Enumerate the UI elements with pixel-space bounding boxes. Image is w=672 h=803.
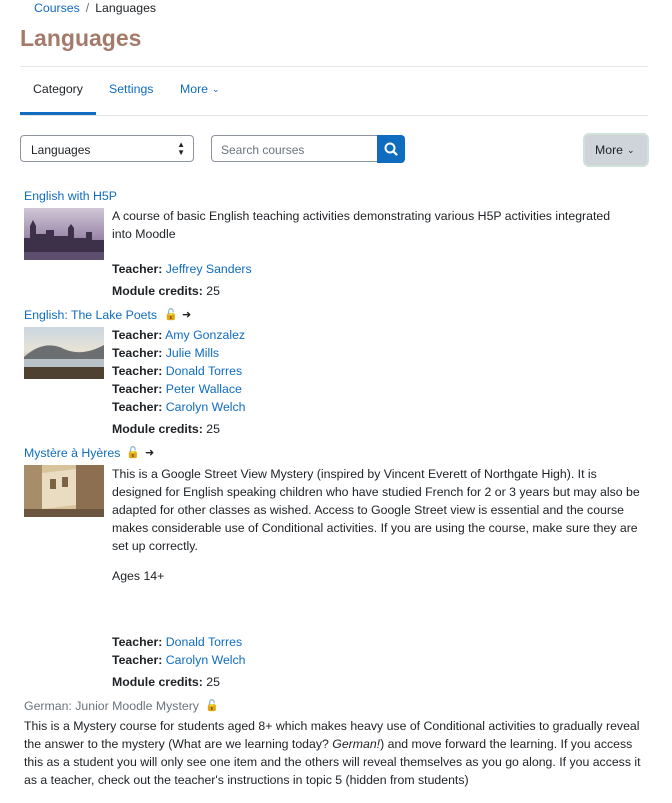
course-summary: This is a Google Street View Mystery (in… bbox=[112, 467, 640, 553]
search-button[interactable] bbox=[377, 135, 405, 163]
teacher-link[interactable]: Amy Gonzalez bbox=[165, 328, 245, 342]
chevron-down-icon: ⌄ bbox=[212, 84, 220, 94]
course-summary: This is a Mystery course for students ag… bbox=[24, 717, 644, 789]
breadcrumb-current: Languages bbox=[95, 1, 157, 15]
course-summary: A course of basic English teaching activ… bbox=[112, 209, 611, 241]
teacher-label: Teacher: bbox=[112, 364, 163, 378]
more-actions-label: More bbox=[595, 143, 624, 157]
tab-settings[interactable]: Settings bbox=[109, 82, 153, 96]
course-name-link[interactable]: Mystère à Hyères bbox=[24, 446, 120, 460]
tab-category[interactable]: Category bbox=[33, 82, 83, 96]
page-title: Languages bbox=[20, 25, 142, 51]
teacher-label: Teacher: bbox=[112, 382, 163, 396]
course-teacher: Teacher: Jeffrey Sanders bbox=[112, 262, 252, 276]
credits-value: 25 bbox=[206, 422, 220, 436]
course-image[interactable] bbox=[24, 465, 104, 517]
teacher-link[interactable]: Jeffrey Sanders bbox=[166, 262, 252, 276]
course-credits: Module credits: 25 bbox=[112, 675, 220, 689]
chevron-down-icon: ⌄ bbox=[627, 145, 635, 155]
teacher-label: Teacher: bbox=[112, 635, 163, 649]
category-select[interactable]: Languages ▲ ▼ bbox=[20, 135, 194, 162]
course-teacher: Teacher: Julie Mills bbox=[112, 346, 219, 360]
course-name-link[interactable]: English with H5P bbox=[24, 189, 117, 203]
self-enrolment-icon: ➜ bbox=[182, 309, 192, 321]
teacher-link[interactable]: Carolyn Welch bbox=[166, 653, 246, 667]
course-ages: Ages 14+ bbox=[112, 569, 165, 583]
teacher-label: Teacher: bbox=[112, 262, 163, 276]
course-teacher: Teacher: Donald Torres bbox=[112, 635, 242, 649]
course-image[interactable] bbox=[24, 208, 104, 260]
select-arrows-icon: ▲ ▼ bbox=[177, 140, 185, 157]
course-name-link[interactable]: English: The Lake Poets bbox=[24, 308, 157, 322]
course-credits: Module credits: 25 bbox=[112, 284, 220, 298]
course-teacher: Teacher: Peter Wallace bbox=[112, 382, 242, 396]
search-input[interactable]: Search courses bbox=[211, 135, 378, 162]
active-tab-indicator bbox=[20, 112, 96, 115]
credits-value: 25 bbox=[206, 675, 220, 689]
teacher-link[interactable]: Julie Mills bbox=[166, 346, 219, 360]
course-teacher: Teacher: Carolyn Welch bbox=[112, 653, 246, 667]
credits-label: Module credits: bbox=[112, 422, 203, 436]
breadcrumb-separator: / bbox=[85, 1, 90, 15]
teacher-label: Teacher: bbox=[112, 328, 163, 342]
guest-access-icon: 🔓 bbox=[205, 700, 219, 712]
breadcrumb-courses-link[interactable]: Courses bbox=[34, 1, 80, 15]
course-teacher: Teacher: Amy Gonzalez bbox=[112, 328, 245, 342]
guest-access-icon: 🔓 bbox=[126, 447, 140, 459]
tab-more-label: More bbox=[180, 82, 209, 96]
tab-more[interactable]: More ⌄ bbox=[180, 82, 220, 96]
teacher-label: Teacher: bbox=[112, 346, 163, 360]
course-credits: Module credits: 25 bbox=[112, 422, 220, 436]
teacher-link[interactable]: Donald Torres bbox=[166, 364, 242, 378]
teacher-link[interactable]: Carolyn Welch bbox=[166, 400, 246, 414]
credits-value: 25 bbox=[206, 284, 220, 298]
teacher-link[interactable]: Donald Torres bbox=[166, 635, 242, 649]
guest-access-icon: 🔓 bbox=[164, 309, 178, 321]
self-enrolment-icon: ➜ bbox=[145, 447, 155, 459]
secondary-navigation: Category Settings More ⌄ bbox=[20, 66, 648, 116]
search-icon bbox=[384, 142, 398, 156]
credits-label: Module credits: bbox=[112, 284, 203, 298]
course-name-link[interactable]: German: Junior Moodle Mystery bbox=[24, 699, 199, 713]
category-select-value: Languages bbox=[31, 143, 91, 157]
teacher-label: Teacher: bbox=[112, 400, 163, 414]
teacher-label: Teacher: bbox=[112, 653, 163, 667]
breadcrumb: Courses / Languages bbox=[34, 1, 156, 15]
summary-emphasis: German! bbox=[332, 737, 381, 751]
credits-label: Module credits: bbox=[112, 675, 203, 689]
course-teacher: Teacher: Donald Torres bbox=[112, 364, 242, 378]
more-actions-button[interactable]: More ⌄ bbox=[585, 135, 647, 165]
course-image[interactable] bbox=[24, 327, 104, 379]
teacher-link[interactable]: Peter Wallace bbox=[166, 382, 242, 396]
course-teacher: Teacher: Carolyn Welch bbox=[112, 400, 246, 414]
